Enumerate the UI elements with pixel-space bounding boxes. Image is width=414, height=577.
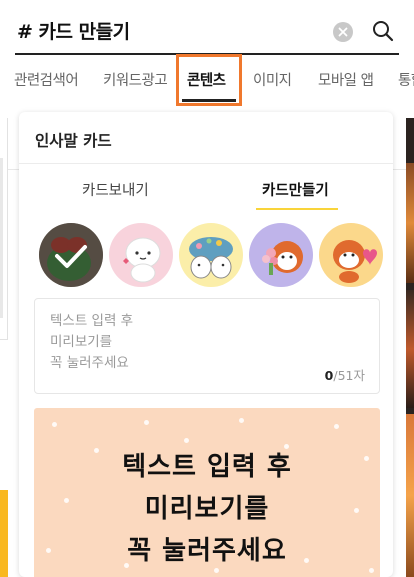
preview-message-text: 텍스트 입력 후 미리보기를 꼭 눌러주세요 xyxy=(122,452,292,566)
tab-make-card[interactable]: 카드만들기 xyxy=(262,179,329,200)
message-text-input[interactable]: 텍스트 입력 후 미리보기를 꼭 눌러주세요 0/51자 xyxy=(34,298,380,394)
search-bar: # 카드 만들기 xyxy=(0,0,414,58)
character-limit: /51자 xyxy=(333,368,365,383)
tab-mobile-app[interactable]: 모바일 앱 xyxy=(318,69,374,90)
sub-tab-indicator xyxy=(256,208,338,210)
tab-send-card[interactable]: 카드보내기 xyxy=(82,179,149,200)
sticker-option-animal-group[interactable] xyxy=(179,223,243,287)
search-icon[interactable] xyxy=(370,18,396,44)
sticker-option-red-panda-bouquet[interactable] xyxy=(249,223,313,287)
card-title-divider xyxy=(19,163,393,164)
search-input[interactable]: # 카드 만들기 xyxy=(17,17,130,44)
sticker-option-white-bunny[interactable] xyxy=(109,223,173,287)
tab-keyword-ads[interactable]: 키워드광고 xyxy=(103,69,168,90)
greeting-card-panel: 인사말 카드 카드보내기 카드만들기 텍스트 입력 후 미리보기를 꼭 눌러주세… xyxy=(19,112,393,577)
sticker-option-red-panda-heart[interactable] xyxy=(319,223,383,287)
tab-integrated[interactable]: 통합 xyxy=(398,69,414,90)
sticker-carousel xyxy=(39,223,393,289)
card-title: 인사말 카드 xyxy=(35,132,112,150)
sticker-option-green-character[interactable] xyxy=(39,223,103,287)
next-card-peek[interactable] xyxy=(406,118,414,577)
tab-related-searches[interactable]: 관련검색어 xyxy=(14,69,79,90)
message-placeholder: 텍스트 입력 후 미리보기를 꼭 눌러주세요 xyxy=(50,313,134,371)
tab-images[interactable]: 이미지 xyxy=(253,69,292,90)
card-preview[interactable]: 텍스트 입력 후 미리보기를 꼭 눌러주세요 xyxy=(34,408,380,577)
previous-card-peek[interactable] xyxy=(0,118,8,577)
tab-highlight-box xyxy=(176,54,242,106)
character-counter: 0/51자 xyxy=(325,365,365,384)
clear-icon[interactable] xyxy=(333,22,353,42)
